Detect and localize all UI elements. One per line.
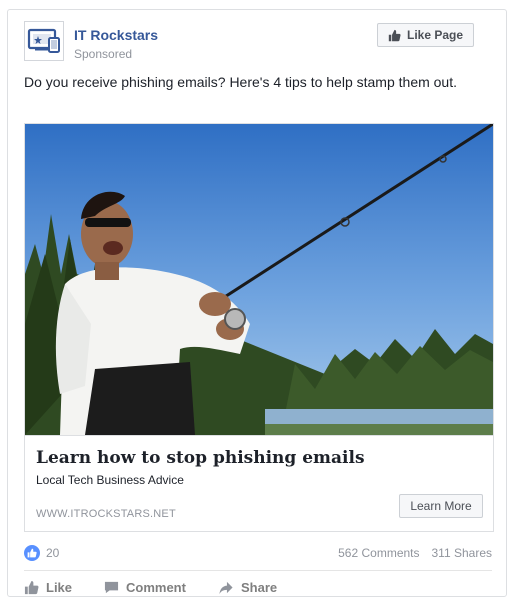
divider: [24, 570, 492, 571]
like-count[interactable]: 20: [24, 545, 59, 561]
like-count-value: 20: [46, 546, 60, 560]
page-name-link[interactable]: IT Rockstars: [74, 27, 158, 43]
thumbs-up-icon: [388, 29, 401, 41]
comment-icon: [104, 581, 119, 593]
shares-count[interactable]: 311 Shares: [432, 546, 493, 560]
link-title[interactable]: Learn how to stop phishing emails: [36, 448, 365, 468]
share-label: Share: [241, 579, 278, 595]
learn-more-button[interactable]: Learn More: [399, 494, 483, 518]
sponsored-post-card: IT Rockstars Sponsored Like Page Do you …: [7, 9, 507, 597]
comment-button[interactable]: Comment: [104, 576, 218, 598]
sponsored-label[interactable]: Sponsored: [74, 47, 132, 61]
like-reaction-icon: [24, 545, 40, 561]
link-domain: WWW.ITROCKSTARS.NET: [36, 508, 176, 520]
comments-count[interactable]: 562 Comments: [338, 546, 419, 560]
page-avatar[interactable]: [24, 21, 64, 61]
like-page-button[interactable]: Like Page: [377, 23, 474, 47]
like-label: Like: [46, 579, 73, 595]
fisherman-photo: [25, 124, 493, 435]
comment-label: Comment: [126, 579, 186, 595]
post-text: Do you receive phishing emails? Here's 4…: [24, 74, 458, 90]
share-button[interactable]: Share: [218, 576, 308, 598]
thumbs-up-icon: [24, 580, 39, 594]
link-preview[interactable]: Learn how to stop phishing emails Local …: [24, 123, 494, 532]
share-arrow-icon: [219, 581, 233, 594]
like-button[interactable]: Like: [24, 576, 104, 598]
preview-body[interactable]: Learn how to stop phishing emails Local …: [25, 435, 493, 531]
devices-logo-icon: [27, 28, 60, 53]
preview-photo[interactable]: [25, 124, 493, 435]
link-description: Local Tech Business Advice: [36, 473, 184, 487]
engagement-counts: 562 Comments 311 Shares: [338, 546, 492, 560]
action-bar: Like Comment Share: [24, 576, 308, 598]
like-page-label: Like Page: [406, 28, 464, 42]
